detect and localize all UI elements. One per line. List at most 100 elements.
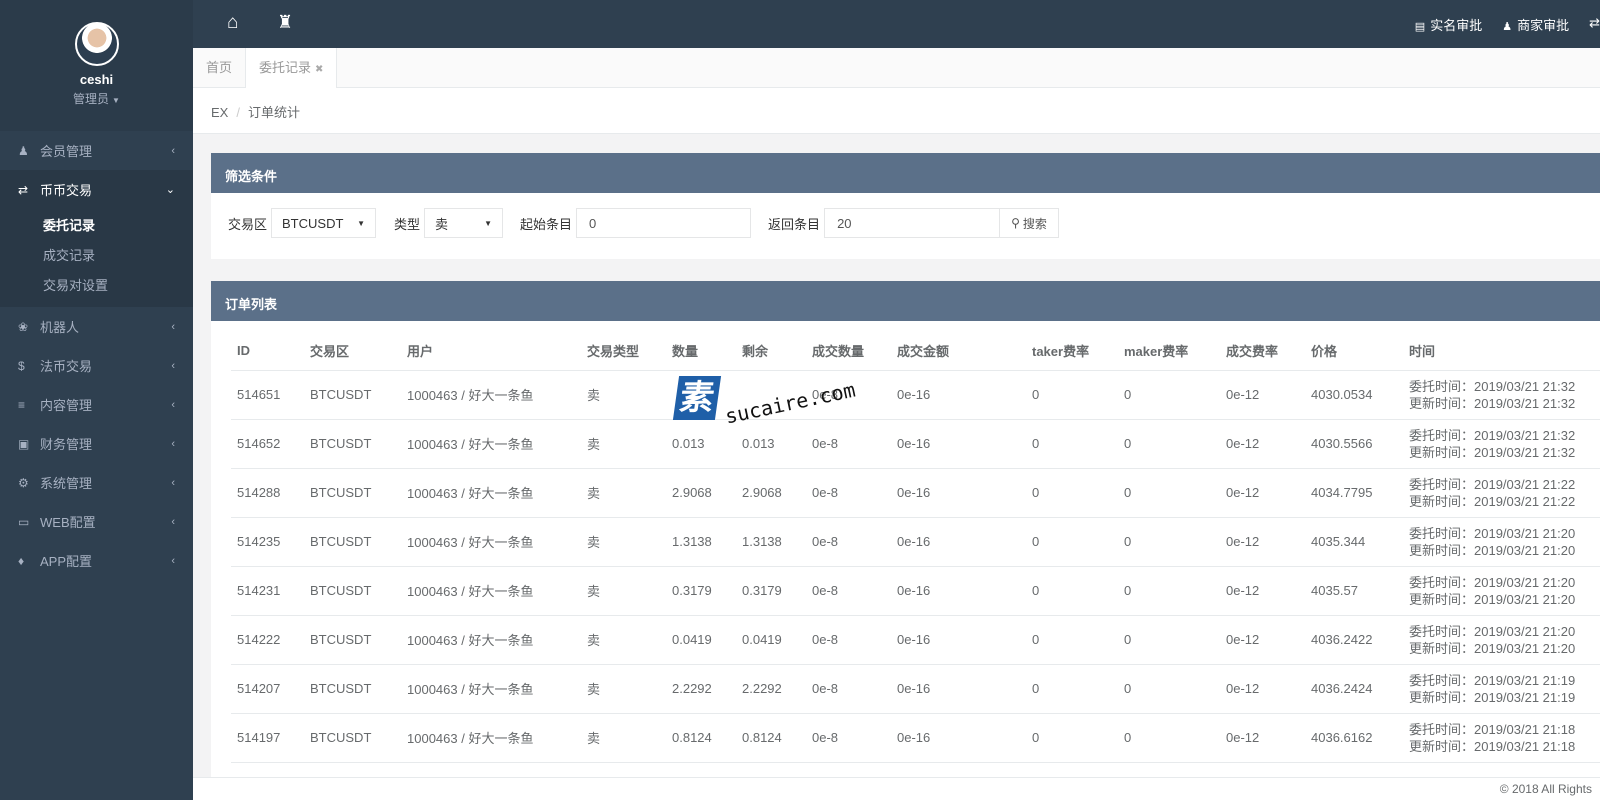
cell-type: 卖 xyxy=(581,615,666,665)
cell-price: 4030.0534 xyxy=(1305,370,1403,420)
profile-role-dropdown[interactable]: 管理员 ▼ xyxy=(0,90,193,107)
cell-user: 1000463 / 好大一条鱼 xyxy=(401,664,581,714)
cell-taker: 0 xyxy=(1026,615,1118,665)
cell-id: 514235 xyxy=(231,517,304,567)
table-row: 514288 BTCUSDT 1000463 / 好大一条鱼卖 2.9068 2.906… xyxy=(231,468,1600,518)
chevron-left-icon: ‹ xyxy=(171,320,175,333)
cell-id: 514288 xyxy=(231,468,304,518)
cell-type: 卖 xyxy=(581,370,666,420)
cell-remain: 0.013 xyxy=(736,419,806,469)
sidebar-item-robot[interactable]: ❀ 机器人 ‹ xyxy=(0,307,193,346)
caret-down-icon: ▼ xyxy=(112,96,120,105)
cell-qty: 0.3179 xyxy=(666,566,736,616)
market-select[interactable]: BTCUSDT ▼ xyxy=(271,208,377,238)
cell-time: 委托时间：2019/03/21 21:20 更新时间：2019/03/21 21:… xyxy=(1403,615,1600,665)
cell-price: 4030.5566 xyxy=(1305,419,1403,469)
market-select-value: BTCUSDT xyxy=(282,215,344,231)
sidebar-item-fiat[interactable]: $ 法币交易 ‹ xyxy=(0,346,193,385)
count-input[interactable]: 20 xyxy=(824,208,1001,238)
market-label: 交易区 xyxy=(228,216,268,232)
order-created-time: 委托时间：2019/03/21 21:20 xyxy=(1409,574,1576,590)
cell-amount: 0e-16 xyxy=(891,566,1026,616)
laptop-icon: ▭ xyxy=(18,514,30,529)
cell-fee: 0e-12 xyxy=(1220,566,1305,616)
tab-orders[interactable]: 委托记录 ✖ xyxy=(246,48,338,88)
sidebar-item-system[interactable]: ⚙ 系统管理 ‹ xyxy=(0,463,193,502)
cell-remain: 0.8124 xyxy=(736,713,806,763)
money-icon: ▣ xyxy=(18,436,30,451)
cell-maker: 0 xyxy=(1118,419,1220,469)
order-updated-time: 更新时间：2019/03/21 21:32 xyxy=(1409,395,1576,411)
start-input[interactable]: 0 xyxy=(576,208,752,238)
order-created-time: 委托时间：2019/03/21 21:19 xyxy=(1409,672,1576,688)
page-tabs: 首页 委托记录 ✖ xyxy=(193,48,1600,88)
cell-user: 1000463 / 好大一条鱼 xyxy=(401,566,581,616)
merchant-approval-label: 商家审批 xyxy=(1517,18,1570,33)
cell-remain: 2.2292 xyxy=(736,664,806,714)
start-label: 起始条目 xyxy=(520,216,573,232)
cell-qty: 0.0419 xyxy=(666,615,736,665)
sidebar-item-content[interactable]: ≡ 内容管理 ‹ xyxy=(0,385,193,424)
tab-home[interactable]: 首页 xyxy=(193,48,247,88)
profile-role: 管理员 xyxy=(73,92,110,106)
cell-market: BTCUSDT xyxy=(304,419,401,469)
cell-time: 委托时间：2019/03/21 21:32 更新时间：2019/03/21 21:… xyxy=(1403,419,1600,469)
orders-panel: 订单列表 ID 交易区 用户 交易类型 数量 剩余 成交数量 成交金额 take… xyxy=(211,281,1600,800)
sidebar-item-web[interactable]: ▭ WEB配置 ‹ xyxy=(0,502,193,541)
sidebar-subitem-orders[interactable]: 委托记录 xyxy=(0,209,193,239)
table-header-row: ID 交易区 用户 交易类型 数量 剩余 成交数量 成交金额 taker费率 m… xyxy=(231,331,1600,371)
sidebar-item-label: WEB配置 xyxy=(40,515,96,530)
sidebar-item-app[interactable]: ♦ APP配置 ‹ xyxy=(0,541,193,580)
close-icon[interactable]: ✖ xyxy=(315,64,323,75)
order-updated-time: 更新时间：2019/03/21 21:20 xyxy=(1409,640,1576,656)
chevron-left-icon: ‹ xyxy=(171,144,175,157)
sidebar-item-coin-trade[interactable]: ⇄ 币币交易 ⌄ xyxy=(0,170,193,209)
cell-amount: 0e-16 xyxy=(891,468,1026,518)
order-created-time: 委托时间：2019/03/21 21:20 xyxy=(1409,623,1576,639)
sidebar-item-label: 系统管理 xyxy=(40,476,93,491)
cell-filled: 0e-8 xyxy=(806,468,891,518)
sidebar-item-label: 财务管理 xyxy=(40,437,93,452)
cell-remain: 0.0419 xyxy=(736,615,806,665)
cell-qty xyxy=(666,370,736,420)
column-header: 数量 xyxy=(666,331,736,371)
sidebar-subitem-deals[interactable]: 成交记录 xyxy=(0,239,193,269)
order-updated-time: 更新时间：2019/03/21 21:20 xyxy=(1409,591,1576,607)
cell-type: 卖 xyxy=(581,419,666,469)
user-icon: ♟ xyxy=(18,143,29,158)
chevron-left-icon: ‹ xyxy=(171,398,175,411)
home-icon[interactable]: ⌂ xyxy=(227,12,238,34)
count-label: 返回条目 xyxy=(768,216,821,232)
tab-orders-label: 委托记录 xyxy=(259,60,312,75)
order-updated-time: 更新时间：2019/03/21 21:18 xyxy=(1409,738,1576,754)
broom-icon[interactable]: ♜ xyxy=(277,12,293,33)
chevron-left-icon: ‹ xyxy=(171,476,175,489)
table-row: 514235 BTCUSDT 1000463 / 好大一条鱼卖 1.3138 1.313… xyxy=(231,517,1600,567)
cell-remain xyxy=(736,370,806,420)
android-icon: ♦ xyxy=(18,553,25,568)
refresh-icon[interactable]: ⇄ xyxy=(1589,15,1600,34)
table-row: 514222 BTCUSDT 1000463 / 好大一条鱼卖 0.0419 0.041… xyxy=(231,615,1600,665)
cell-id: 514652 xyxy=(231,419,304,469)
cell-user: 1000463 / 好大一条鱼 xyxy=(401,468,581,518)
merchant-approval-link[interactable]: ♟ 商家审批 xyxy=(1502,15,1569,34)
cell-price: 4035.57 xyxy=(1305,566,1403,616)
breadcrumb-root[interactable]: EX xyxy=(211,105,228,120)
cell-type: 卖 xyxy=(581,517,666,567)
chevron-left-icon: ‹ xyxy=(171,437,175,450)
sidebar-item-label: 内容管理 xyxy=(40,398,93,413)
cogs-icon: ⚙ xyxy=(18,475,29,490)
name-approval-link[interactable]: ▤ 实名审批 xyxy=(1415,15,1482,34)
sidebar-item-member[interactable]: ♟ 会员管理 ‹ xyxy=(0,131,193,170)
cell-maker: 0 xyxy=(1118,566,1220,616)
type-select[interactable]: 卖 ▼ xyxy=(424,208,504,238)
cell-filled: 0e-8 xyxy=(806,517,891,567)
sidebar-subitem-pairs[interactable]: 交易对设置 xyxy=(0,269,193,299)
search-button[interactable]: ⚲ 搜索 xyxy=(1000,208,1059,238)
cell-qty: 2.9068 xyxy=(666,468,736,518)
sidebar-item-label: 机器人 xyxy=(40,320,80,335)
avatar[interactable] xyxy=(74,22,119,66)
cell-maker: 0 xyxy=(1118,517,1220,567)
sidebar-item-finance[interactable]: ▣ 财务管理 ‹ xyxy=(0,424,193,463)
cell-qty: 2.2292 xyxy=(666,664,736,714)
